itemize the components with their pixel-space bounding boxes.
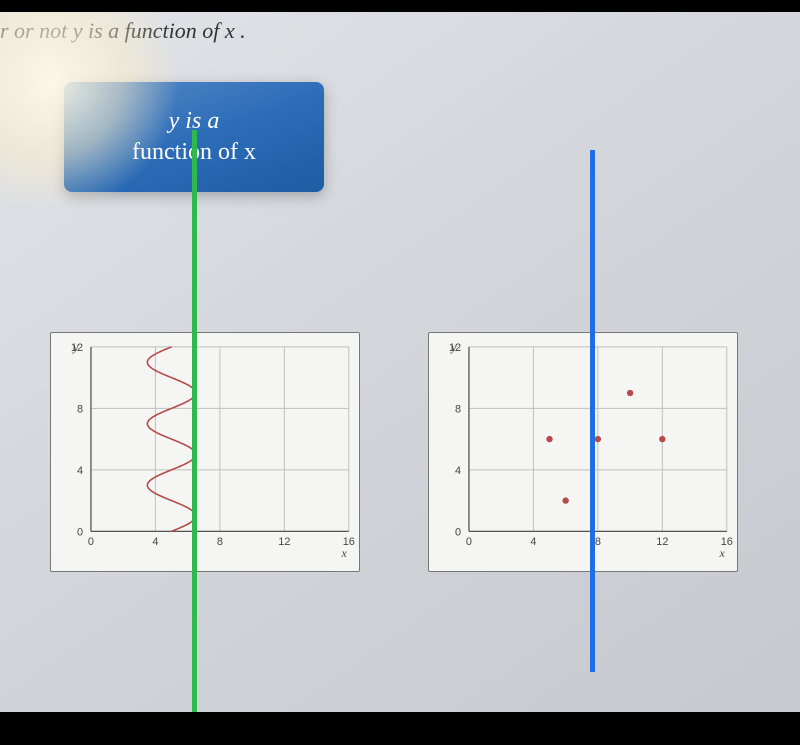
- question-fragment: r or not y is a function of x .: [0, 18, 246, 43]
- svg-text:4: 4: [152, 536, 158, 548]
- svg-text:12: 12: [278, 536, 290, 548]
- svg-text:x: x: [719, 546, 726, 560]
- draggable-label-function[interactable]: y is a function of x: [64, 82, 324, 192]
- svg-text:y: y: [72, 340, 79, 354]
- svg-text:4: 4: [530, 536, 536, 548]
- svg-text:4: 4: [455, 465, 461, 477]
- chart-left-svg: 048121648120yx: [51, 333, 359, 571]
- chart-right[interactable]: 048121648120yx: [428, 332, 738, 572]
- question-text: r or not y is a function of x .: [0, 18, 246, 44]
- svg-text:0: 0: [455, 526, 461, 538]
- svg-text:8: 8: [217, 536, 223, 548]
- svg-text:0: 0: [88, 536, 94, 548]
- chart-left[interactable]: 048121648120yx: [50, 332, 360, 572]
- svg-text:8: 8: [595, 536, 601, 548]
- svg-text:8: 8: [77, 403, 83, 415]
- svg-text:12: 12: [656, 536, 668, 548]
- svg-text:4: 4: [77, 465, 83, 477]
- letterbox-bottom: [0, 712, 800, 745]
- svg-text:0: 0: [466, 536, 472, 548]
- svg-text:8: 8: [455, 403, 461, 415]
- svg-text:x: x: [341, 546, 348, 560]
- label-line1: y is a: [169, 108, 220, 134]
- label-text: y is a function of x: [132, 106, 256, 168]
- label-line2: function of x: [132, 139, 256, 165]
- svg-text:y: y: [450, 340, 457, 354]
- chart-right-svg: 048121648120yx: [429, 333, 737, 571]
- app-screen: r or not y is a function of x . y is a f…: [0, 12, 800, 712]
- svg-text:0: 0: [77, 526, 83, 538]
